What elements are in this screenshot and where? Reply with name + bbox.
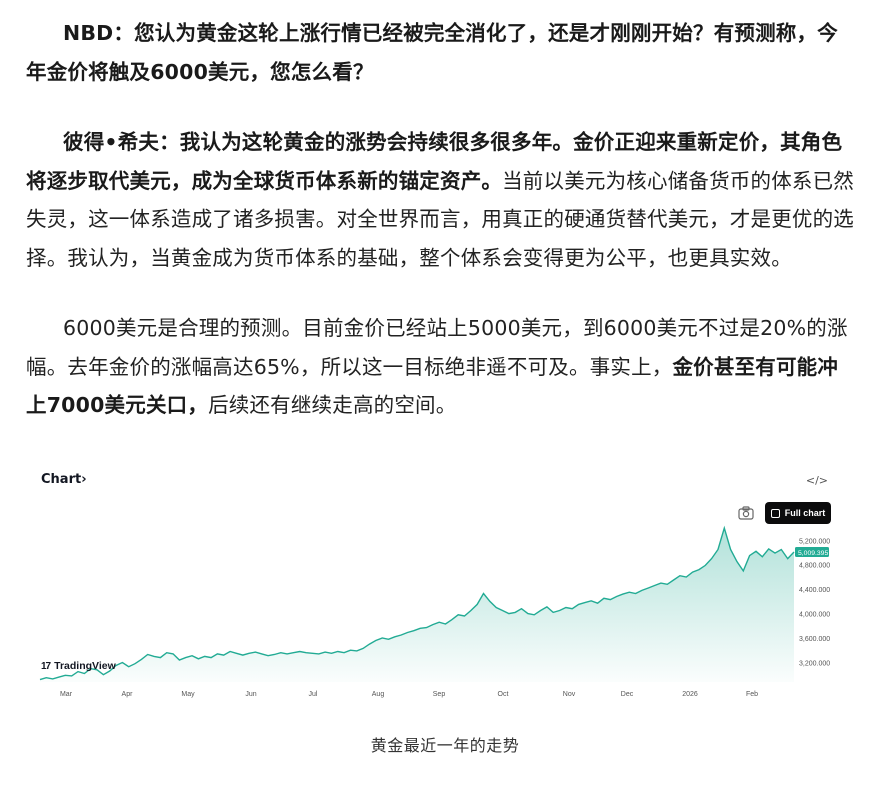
tradingview-logo[interactable]: 17 TradingView [41,660,116,672]
x-axis-tick-label: Apr [122,691,134,698]
embed-code-icon[interactable]: </> [806,474,828,487]
article-body: NBD：您认为黄金这轮上涨行情已经被完全消化了，还是才刚刚开始？有预测称，今年金… [26,14,856,457]
x-axis-tick-label: Dec [621,691,634,698]
x-axis-tick-label: Nov [563,691,576,698]
last-price-label: 5,009.395 [798,550,828,557]
chart-title-link[interactable]: Chart› [41,472,87,487]
y-axis-tick-label: 4,000.000 [799,612,830,619]
x-axis-tick-label: 2026 [682,691,698,698]
x-axis-tick-label: Oct [498,691,509,698]
price-area-fill [40,528,794,682]
answer-2-text-2: 后续还有继续走高的空间。 [208,393,457,417]
y-axis-tick-label: 4,800.000 [799,563,830,570]
tradingview-brand-text: TradingView [54,660,116,672]
camera-icon[interactable] [738,506,754,520]
y-axis-tick-label: 3,600.000 [799,636,830,643]
chart-caption: 黄金最近一年的走势 [370,736,520,755]
y-axis-tick-label: 3,200.000 [799,660,830,667]
paragraph-answer-2: 6000美元是合理的预测。目前金价已经站上5000美元，到6000美元不过是20… [26,309,856,425]
full-chart-button[interactable]: Full chart [765,502,831,524]
gold-price-chart: 5,200.000 4,800.000 4,400.000 4,000.000 3,60… [39,525,830,698]
y-axis-tick-label: 5,200.000 [799,538,830,545]
paragraph-question: NBD：您认为黄金这轮上涨行情已经被完全消化了，还是才刚刚开始？有预测称，今年金… [26,14,856,91]
paragraph-answer-1: 彼得•希夫：我认为这轮黄金的涨势会持续很多很多年。金价正迎来重新定价，其角色将逐… [26,123,856,277]
fullscreen-icon [770,508,780,518]
x-axis-tick-label: May [181,691,195,698]
x-axis-tick-label: Sep [433,691,446,698]
question-bold-text: NBD：您认为黄金这轮上涨行情已经被完全消化了，还是才刚刚开始？有预测称，今年金… [26,21,838,84]
x-axis-tick-label: Jul [309,691,318,698]
tradingview-mark-icon: 17 [41,660,51,672]
x-axis-tick-label: Aug [372,691,385,698]
y-axis-tick-label: 4,400.000 [799,587,830,594]
full-chart-label: Full chart [784,508,826,518]
x-axis-tick-label: Jun [245,691,256,698]
x-axis-tick-label: Mar [60,691,73,698]
x-axis-tick-label: Feb [746,691,758,698]
tradingview-chart-widget[interactable]: 5,200.000 4,800.000 4,400.000 4,000.000 3,60… [26,462,850,702]
